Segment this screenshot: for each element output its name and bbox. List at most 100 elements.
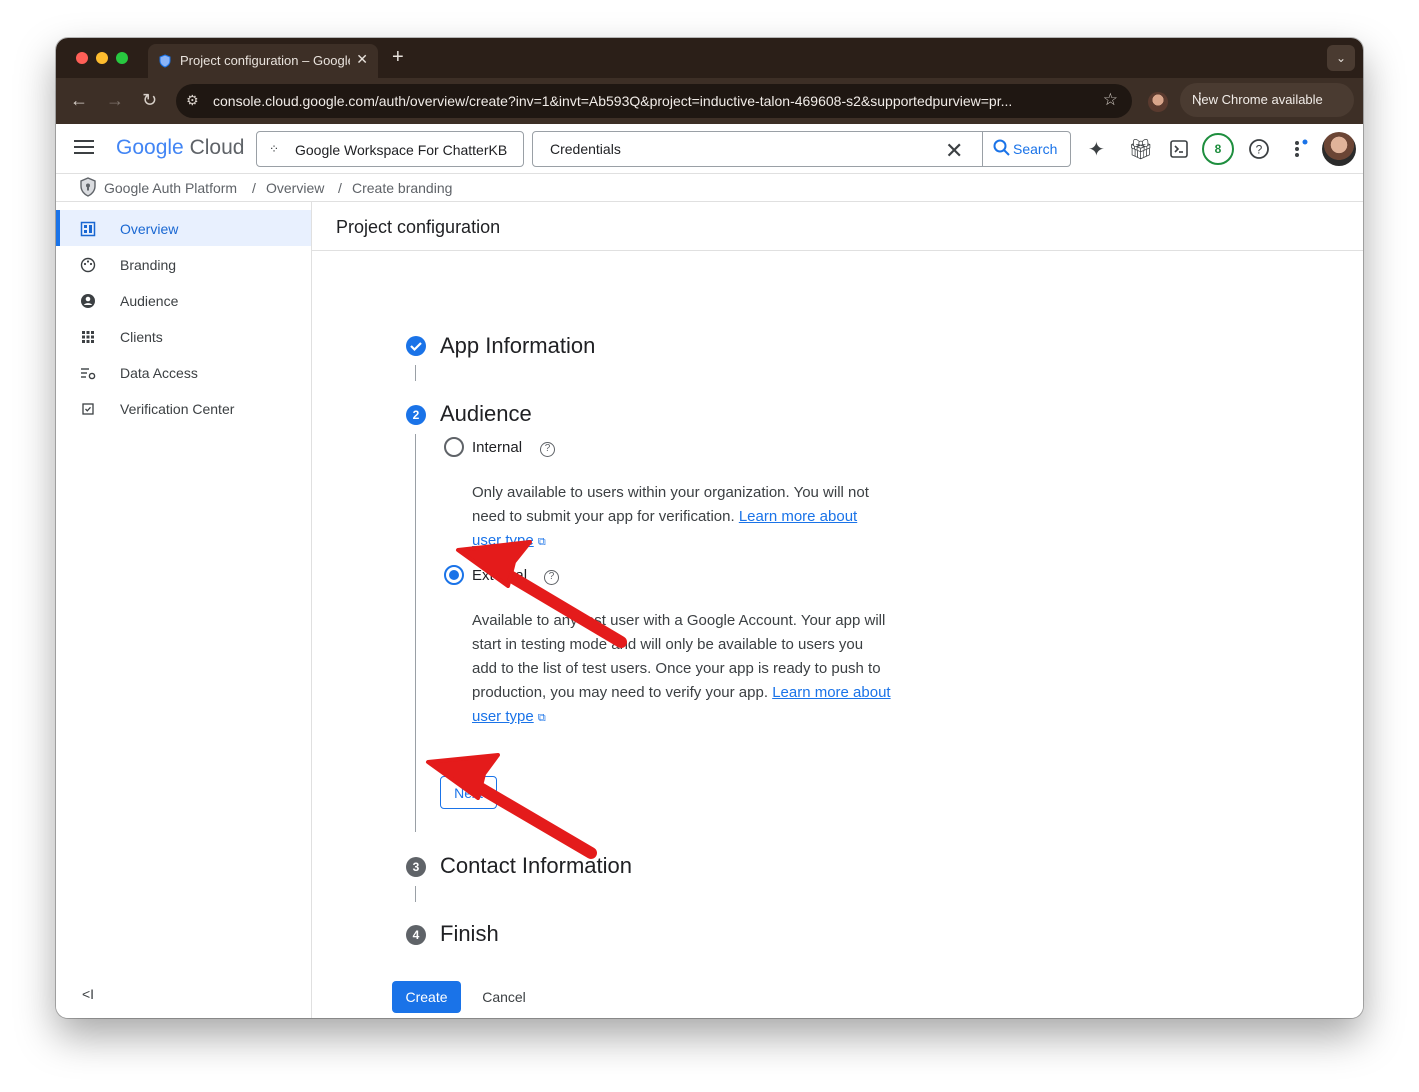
more-vert-icon[interactable]: ⋮ <box>1192 89 1344 109</box>
step-connector <box>415 886 416 902</box>
bookmark-star-icon[interactable]: ☆ <box>1103 90 1118 110</box>
notifications-count-badge[interactable]: 8 <box>1202 133 1234 165</box>
more-vert-dots-icon[interactable] <box>1292 138 1310 160</box>
step-number-badge: 2 <box>406 405 426 425</box>
data-settings-icon <box>81 368 96 380</box>
sidebar-item-audience[interactable]: Audience <box>56 282 311 318</box>
svg-text:?: ? <box>1256 143 1263 157</box>
search-icon <box>993 139 1010 156</box>
step-number-badge: 4 <box>406 925 426 945</box>
close-window-button[interactable] <box>76 52 88 64</box>
apps-grid-icon <box>82 331 94 343</box>
external-desc-line: add to the list of test users. Once your… <box>472 660 881 677</box>
sidebar-item-label: Data Access <box>120 365 198 381</box>
check-box-icon <box>82 403 94 415</box>
step-connector <box>415 365 416 381</box>
sidebar-item-clients[interactable]: Clients <box>56 318 311 354</box>
step-connector <box>415 434 416 832</box>
learn-more-link[interactable]: Learn more about <box>739 508 857 525</box>
search-input[interactable] <box>534 133 974 165</box>
browser-window: Project configuration – Google Cloud ✕ +… <box>56 38 1363 1018</box>
user-type-link[interactable]: user type <box>472 532 534 549</box>
sidebar-item-overview[interactable]: Overview <box>56 210 311 246</box>
radio-internal-label[interactable]: Internal <box>472 439 522 456</box>
sidebar-item-branding[interactable]: Branding <box>56 246 311 282</box>
sidebar-item-verification-center[interactable]: Verification Center <box>56 390 311 426</box>
google-cloud-logo[interactable]: Google Cloud <box>116 136 244 160</box>
sidebar-item-label: Audience <box>120 293 179 309</box>
shield-favicon-icon <box>159 54 171 68</box>
url-text[interactable]: console.cloud.google.com/auth/overview/c… <box>213 93 1083 109</box>
cloud-shell-terminal-icon[interactable] <box>1169 139 1189 159</box>
breadcrumb-separator: / <box>252 180 256 196</box>
clear-search-icon[interactable]: ✕ <box>945 138 963 164</box>
minimize-window-button[interactable] <box>96 52 108 64</box>
radio-external-label[interactable]: External <box>472 567 527 584</box>
external-link-icon: ⧉ <box>537 712 546 724</box>
breadcrumb: Google Auth Platform / Overview / Create… <box>56 174 1363 202</box>
search-button-label: Search <box>1013 141 1058 157</box>
collapse-sidebar-icon[interactable]: <I <box>82 986 94 1002</box>
external-desc-line-with-link: user type ⧉ <box>472 705 942 730</box>
reload-icon[interactable]: ↻ <box>142 90 157 111</box>
search-box: ✕ Search <box>532 131 1071 167</box>
step-title-audience[interactable]: Audience <box>440 401 532 427</box>
sidebar-item-data-access[interactable]: Data Access <box>56 354 311 390</box>
learn-more-link[interactable]: Learn more about <box>772 684 890 701</box>
user-avatar[interactable] <box>1322 132 1356 166</box>
header-divider <box>312 250 1363 251</box>
search-button[interactable]: Search <box>982 131 1072 167</box>
external-desc-line: production, you may need to verify your … <box>472 684 769 701</box>
external-desc-line-with-link: production, you may need to verify your … <box>472 681 942 705</box>
project-name: Google Workspace For ChatterKB <box>295 142 508 158</box>
help-question-icon[interactable]: ? <box>1248 138 1270 160</box>
help-circle-icon[interactable]: ? <box>540 442 555 457</box>
step-title-app-information[interactable]: App Information <box>440 333 595 359</box>
radio-internal[interactable] <box>444 437 464 457</box>
chrome-update-button[interactable]: New Chrome available ⋮ <box>1180 83 1354 117</box>
new-tab-button[interactable]: + <box>392 46 404 69</box>
help-circle-icon[interactable]: ? <box>544 570 559 585</box>
external-description: Available to any test user with a Google… <box>472 609 942 730</box>
tab-title: Project configuration – Google Cloud <box>180 53 350 68</box>
breadcrumb-overview[interactable]: Overview <box>266 180 324 196</box>
internal-desc-line-with-link: user type ⧉ <box>472 529 932 554</box>
profile-avatar-icon[interactable] <box>1148 92 1168 112</box>
address-bar[interactable]: ⚙ console.cloud.google.com/auth/overview… <box>176 84 1132 118</box>
internal-desc-line: need to submit your app for verification… <box>472 508 735 525</box>
gift-icon[interactable]: 🎁︎ <box>1128 137 1153 162</box>
user-type-link[interactable]: user type <box>472 708 534 725</box>
gemini-sparkle-icon[interactable]: ✦ <box>1088 137 1105 162</box>
internal-description: Only available to users within your orga… <box>472 481 932 554</box>
next-button[interactable]: Next <box>440 776 497 809</box>
step-title-finish[interactable]: Finish <box>440 921 499 947</box>
tab-bar: Project configuration – Google Cloud ✕ +… <box>56 38 1363 78</box>
step-number-badge: 3 <box>406 857 426 877</box>
account-circle-icon <box>81 294 95 308</box>
step-complete-check-icon <box>406 336 426 356</box>
create-button[interactable]: Create <box>392 981 461 1013</box>
breadcrumb-auth-platform[interactable]: Google Auth Platform <box>104 180 237 196</box>
sidebar-item-label: Overview <box>120 221 179 237</box>
internal-desc-line: Only available to users within your orga… <box>472 484 869 501</box>
step-title-contact-information[interactable]: Contact Information <box>440 853 632 879</box>
cancel-button[interactable]: Cancel <box>472 981 536 1013</box>
auth-platform-shield-icon <box>80 177 96 197</box>
tab-close-icon[interactable]: ✕ <box>356 51 368 68</box>
browser-tab[interactable]: Project configuration – Google Cloud ✕ <box>148 44 378 78</box>
back-arrow-icon[interactable]: ← <box>70 90 88 111</box>
internal-desc-line-with-link: need to submit your app for verification… <box>472 505 932 529</box>
tab-search-chevron-icon[interactable]: ⌄ <box>1327 45 1355 71</box>
forward-arrow-icon[interactable]: → <box>106 90 124 111</box>
external-desc-line: Available to any test user with a Google… <box>472 612 886 629</box>
hamburger-menu-icon[interactable] <box>74 140 94 154</box>
project-picker-button[interactable]: ⁘ Google Workspace For ChatterKB <box>256 131 524 167</box>
site-settings-icon[interactable]: ⚙ <box>186 92 199 109</box>
zoom-window-button[interactable] <box>116 52 128 64</box>
breadcrumb-create-branding[interactable]: Create branding <box>352 180 452 196</box>
project-dots-icon: ⁘ <box>269 142 280 156</box>
breadcrumb-separator: / <box>338 180 342 196</box>
sidebar: Overview Branding Audience Clients Data … <box>56 202 312 1018</box>
page-title: Project configuration <box>336 217 501 237</box>
radio-external[interactable] <box>444 565 464 585</box>
